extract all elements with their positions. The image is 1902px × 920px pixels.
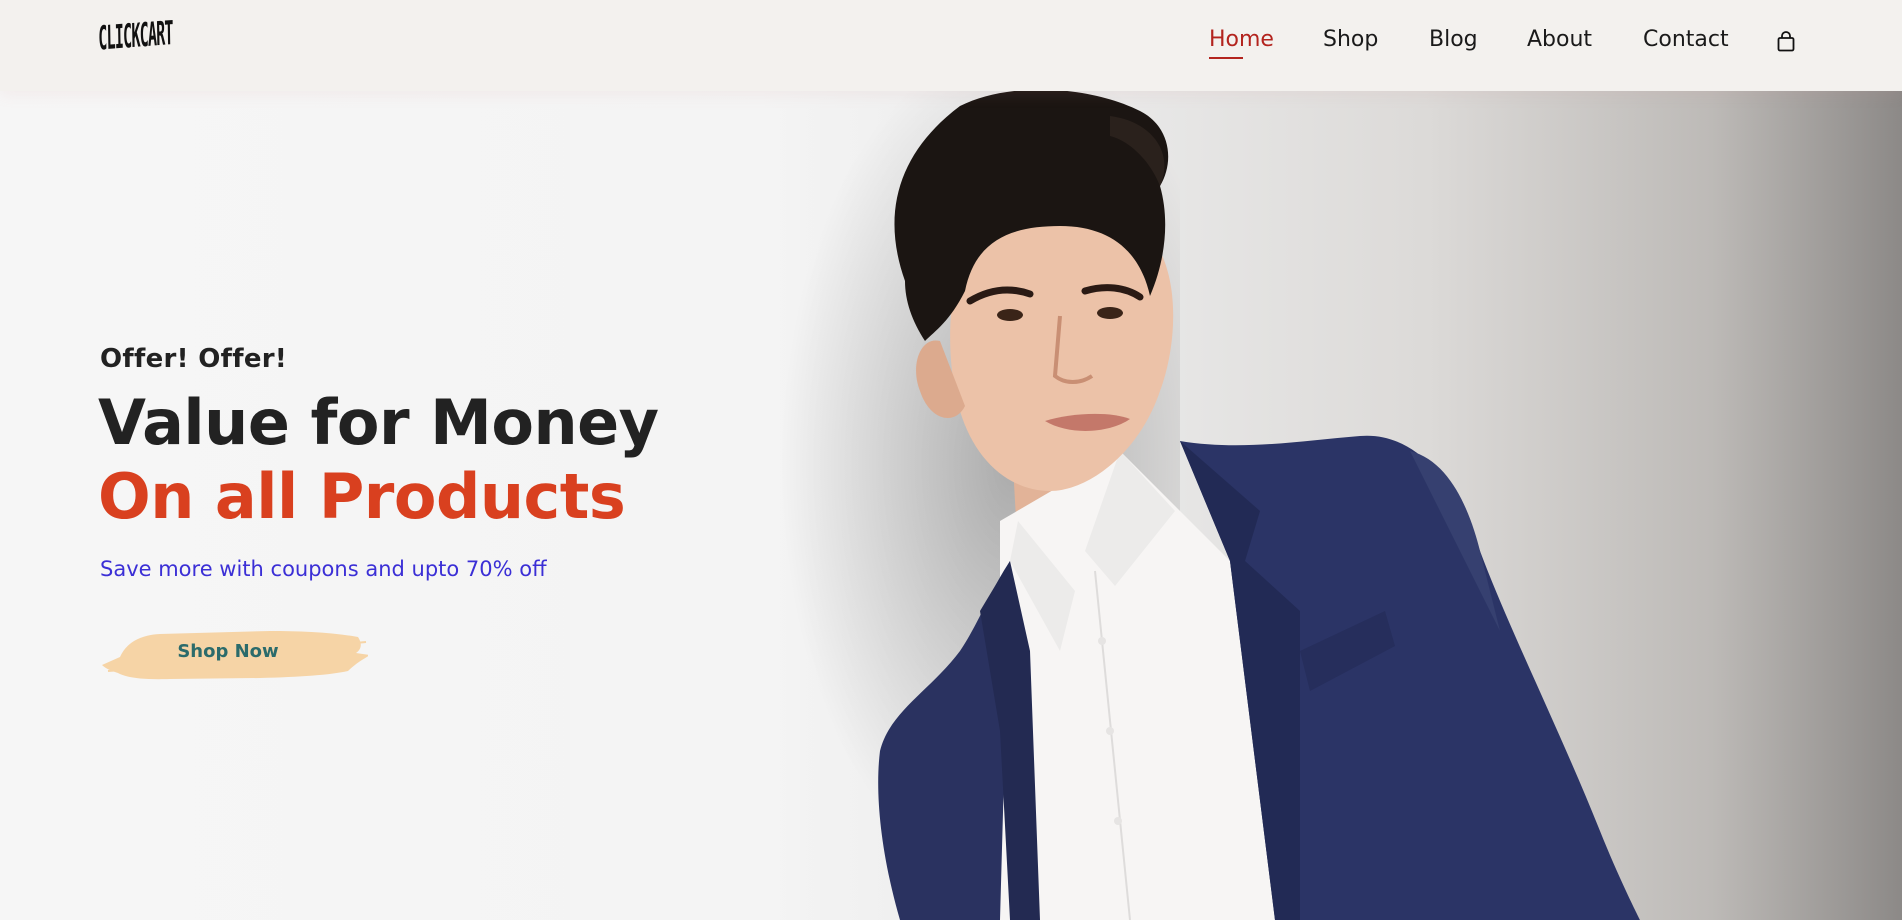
nav-active-underline xyxy=(1209,57,1243,59)
nav-home[interactable]: Home xyxy=(1209,27,1274,52)
hero-subtitle: Save more with coupons and upto 70% off xyxy=(100,557,547,581)
nav-blog[interactable]: Blog xyxy=(1429,27,1478,52)
site-logo[interactable]: CLICKCART xyxy=(98,13,173,58)
nav-about[interactable]: About xyxy=(1527,27,1592,52)
hero-section: Offer! Offer! Value for Money On all Pro… xyxy=(0,91,1902,920)
page: CLICKCART Home Shop Blog About Contact O… xyxy=(0,0,1902,920)
offer-eyebrow: Offer! Offer! xyxy=(100,344,288,374)
shopping-bag-icon[interactable] xyxy=(1776,31,1796,53)
nav-shop[interactable]: Shop xyxy=(1323,27,1378,52)
hero-headline-line1: Value for Money xyxy=(98,386,659,459)
shop-now-label: Shop Now xyxy=(177,640,279,662)
nav-contact[interactable]: Contact xyxy=(1643,27,1729,52)
hero-headline-line2: On all Products xyxy=(98,460,626,533)
shop-now-button[interactable]: Shop Now xyxy=(100,613,368,689)
site-header: CLICKCART Home Shop Blog About Contact xyxy=(0,0,1902,91)
